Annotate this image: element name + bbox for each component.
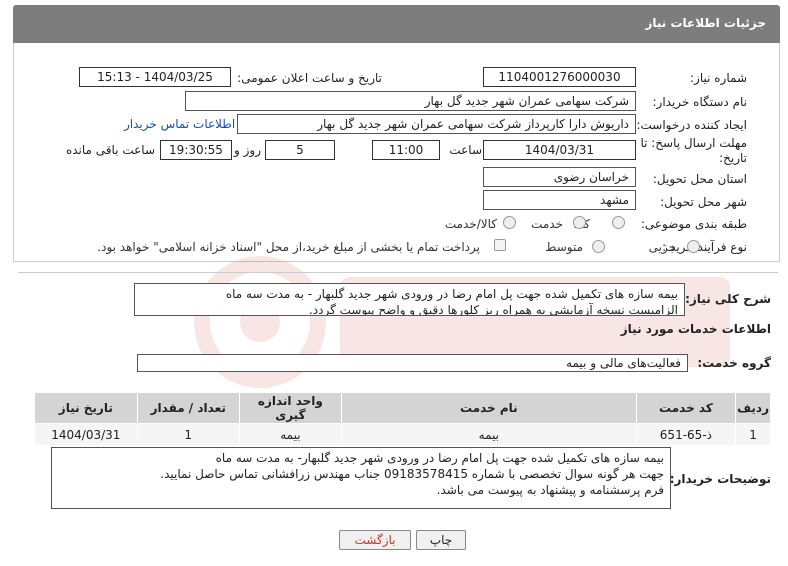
col-row-number: ردیف xyxy=(735,392,771,424)
table-row: 1 ذ-65-651 بیمه بیمه 1 1404/03/31 xyxy=(34,423,771,446)
process-radio-minor[interactable] xyxy=(687,240,700,253)
days-label: روز و xyxy=(234,143,261,157)
cell-service-name: بیمه xyxy=(340,423,637,446)
days-field: 5 xyxy=(265,140,335,160)
need-number-field: 1104001276000030 xyxy=(483,67,636,87)
panel-header: جزئیات اطلاعات نیاز xyxy=(13,5,780,43)
need-number-label: شماره نیاز: xyxy=(690,71,747,85)
col-unit: واحد اندازه گیری xyxy=(238,392,342,424)
category-radio-service[interactable] xyxy=(573,216,586,229)
city-label: شهر محل تحویل: xyxy=(660,195,747,209)
buyer-notes-line-1: بیمه سازه های تکمیل شده جهت پل امام رضا … xyxy=(215,451,664,465)
back-button[interactable]: بازگشت xyxy=(339,530,411,550)
remaining-label: ساعت باقی مانده xyxy=(65,143,155,157)
col-need-date: تاریخ نیاز xyxy=(34,392,138,424)
summary-line-2: الزامیست نسخه آزمایشی به همراه ریز کلوره… xyxy=(308,303,678,316)
deadline-date-field: 1404/03/31 xyxy=(483,140,636,160)
category-option-goods-service: کالا/خدمت xyxy=(444,217,497,231)
col-service-code: کد خدمت xyxy=(635,392,737,424)
buyer-notes-label: توضیحات خریدار: xyxy=(669,472,771,486)
cell-quantity: 1 xyxy=(136,423,240,446)
announce-field: 1404/03/25 - 15:13 xyxy=(79,67,231,87)
cell-unit: بیمه xyxy=(238,423,342,446)
services-table: ردیف کد خدمت نام خدمت واحد اندازه گیری ت… xyxy=(34,392,771,446)
divider xyxy=(18,272,778,273)
buyer-notes-line-2: جهت هر گونه سوال تخصصی با شماره 09183578… xyxy=(160,467,664,481)
creator-field: داریوش دارا کارپرداز شرکت سهامی عمران شه… xyxy=(237,114,636,134)
category-radio-goods[interactable] xyxy=(612,216,625,229)
cell-need-date: 1404/03/31 xyxy=(34,423,138,446)
print-button[interactable]: چاپ xyxy=(416,530,466,550)
col-quantity: تعداد / مقدار xyxy=(136,392,240,424)
deadline-time-label: ساعت xyxy=(449,143,482,157)
col-service-name: نام خدمت xyxy=(340,392,637,424)
service-group-label: گروه خدمت: xyxy=(697,356,771,370)
buyer-org-label: نام دستگاه خریدار: xyxy=(652,95,748,109)
city-field: مشهد xyxy=(483,190,636,210)
treasury-payment-checkbox[interactable] xyxy=(494,239,506,251)
process-option-medium: متوسط xyxy=(545,240,583,254)
page-title: جزئیات اطلاعات نیاز xyxy=(645,16,766,30)
announce-label: تاریخ و ساعت اعلان عمومی: xyxy=(237,71,382,85)
process-radio-medium[interactable] xyxy=(592,240,605,253)
summary-line-1: بیمه سازه های تکمیل شده جهت پل امام رضا … xyxy=(225,287,678,301)
creator-label: ایجاد کننده درخواست: xyxy=(636,118,747,132)
deadline-time-field: 11:00 xyxy=(372,140,440,160)
province-label: استان محل تحویل: xyxy=(652,172,747,186)
summary-label: شرح کلی نیاز: xyxy=(685,292,771,306)
summary-textarea[interactable]: بیمه سازه های تکمیل شده جهت پل امام رضا … xyxy=(134,283,685,316)
process-option-minor: جزیی xyxy=(648,240,676,254)
buyer-notes-textarea[interactable]: بیمه سازه های تکمیل شده جهت پل امام رضا … xyxy=(51,447,671,509)
service-group-field: فعالیت‌های مالی و بیمه xyxy=(137,354,688,372)
buyer-notes-line-3: فرم پرسشنامه و پیشنهاد به پیوست می باشد. xyxy=(436,483,664,497)
category-radio-goods-service[interactable] xyxy=(503,216,516,229)
category-label: طبقه بندی موضوعی: xyxy=(640,217,747,231)
treasury-payment-note: پرداخت تمام یا بخشی از مبلغ خرید،از محل … xyxy=(97,240,480,254)
remaining-time-field: 19:30:55 xyxy=(160,140,232,160)
province-field: خراسان رضوی xyxy=(483,167,636,187)
table-header-row: ردیف کد خدمت نام خدمت واحد اندازه گیری ت… xyxy=(34,392,771,424)
category-option-service: خدمت xyxy=(531,217,563,231)
buyer-contact-link[interactable]: اطلاعات تماس خریدار xyxy=(124,117,235,131)
services-section-title: اطلاعات خدمات مورد نیاز xyxy=(620,322,771,336)
cell-service-code: ذ-65-651 xyxy=(635,423,737,446)
cell-row-number: 1 xyxy=(735,423,771,446)
buyer-org-field: شرکت سهامی عمران شهر جدید گل بهار xyxy=(185,91,636,111)
deadline-label: مهلت ارسال پاسخ: تا تاریخ: xyxy=(640,136,747,165)
